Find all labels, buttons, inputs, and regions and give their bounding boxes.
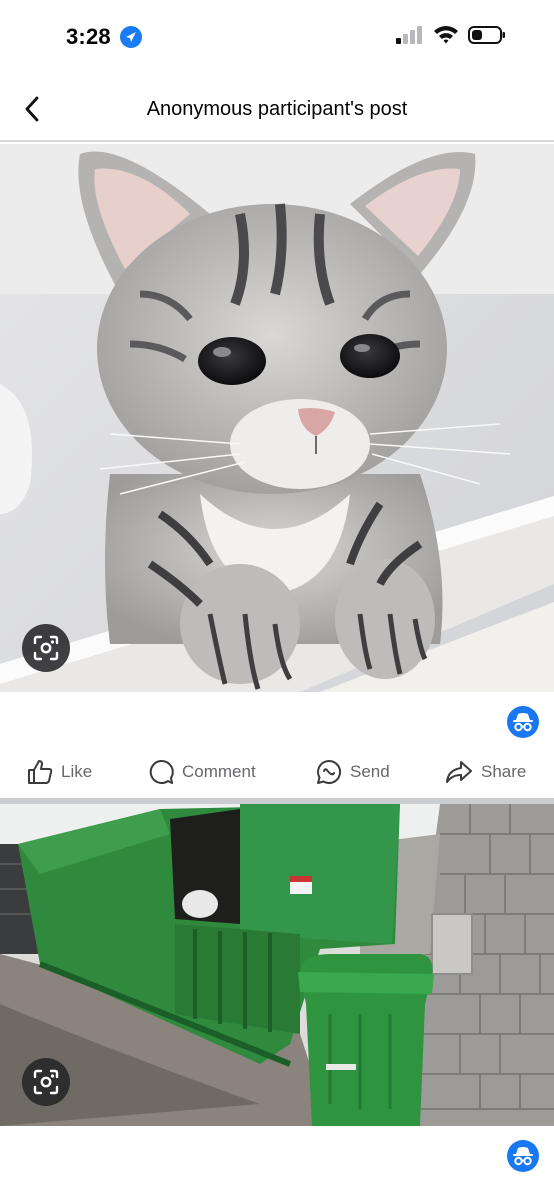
camera-lens-icon <box>33 635 59 661</box>
thumbs-up-icon <box>28 760 53 784</box>
incognito-icon[interactable] <box>507 1140 539 1172</box>
like-button[interactable] <box>27 1186 53 1200</box>
location-arrow-icon <box>120 26 142 48</box>
send-label: Send <box>350 762 390 781</box>
post-actions-bar: Like Comment Send Share <box>0 746 554 798</box>
send-button[interactable] <box>316 1186 342 1200</box>
visual-search-button[interactable] <box>22 624 70 672</box>
status-bar: 3:28 <box>0 0 554 76</box>
share-label: Share <box>481 762 527 781</box>
cellular-signal-icon <box>396 25 424 49</box>
wifi-icon <box>433 25 459 49</box>
send-button[interactable]: Send <box>316 746 390 798</box>
share-arrow-icon <box>446 761 472 783</box>
post-photo-dumpster[interactable] <box>0 804 554 1126</box>
incognito-icon[interactable] <box>507 706 539 738</box>
battery-low-icon <box>468 25 506 50</box>
share-button[interactable]: Share <box>445 746 526 798</box>
comment-bubble-icon <box>149 759 174 784</box>
post-author-row <box>0 1126 554 1180</box>
kitten-image <box>0 144 554 692</box>
status-indicators <box>396 25 506 50</box>
like-button[interactable]: Like <box>27 746 92 798</box>
comment-label: Comment <box>182 762 256 781</box>
like-label: Like <box>61 762 93 781</box>
page-title: Anonymous participant's post <box>146 98 408 120</box>
messenger-send-icon <box>317 759 341 784</box>
post-actions-bar-partial <box>0 1186 554 1200</box>
dumpster-image <box>0 804 554 1126</box>
visual-search-button[interactable] <box>22 1058 70 1106</box>
camera-lens-icon <box>33 1069 59 1095</box>
nav-header: Anonymous participant's post <box>0 76 554 142</box>
comment-button[interactable] <box>148 1186 174 1200</box>
post-photo-kitten[interactable] <box>0 144 554 692</box>
post-author-row <box>0 692 554 746</box>
share-button[interactable] <box>445 1186 473 1200</box>
status-time: 3:28 <box>66 24 111 49</box>
comment-button[interactable]: Comment <box>148 746 256 798</box>
